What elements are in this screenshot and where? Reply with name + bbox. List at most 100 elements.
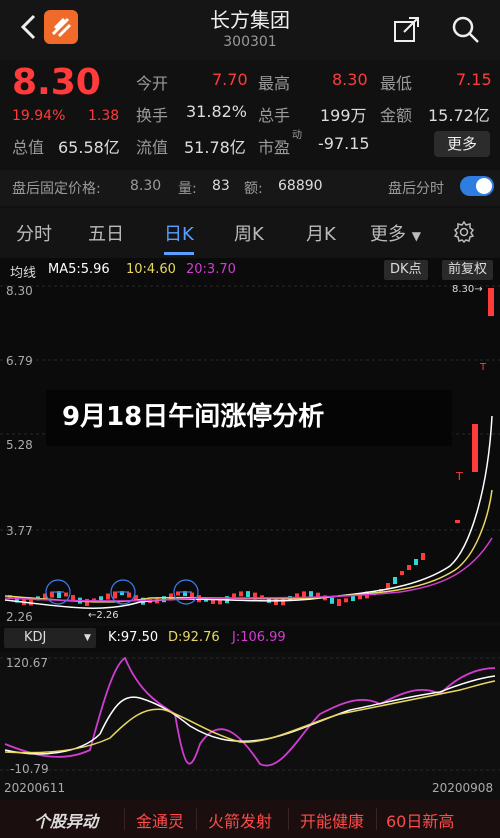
gear-icon[interactable] bbox=[452, 220, 476, 244]
ma5-value: MA5:5.96 bbox=[48, 262, 110, 277]
tab-daily-k[interactable]: 日K bbox=[164, 220, 194, 246]
after-hours-price-label: 盘后固定价格: bbox=[12, 181, 101, 197]
turnover-label: 换手 bbox=[136, 106, 169, 125]
low-label: 最低 bbox=[380, 74, 413, 93]
search-icon[interactable] bbox=[450, 14, 480, 44]
kdj-d-value: D:92.76 bbox=[168, 630, 220, 645]
candle bbox=[393, 577, 397, 584]
volume-label: 总手 bbox=[258, 106, 291, 125]
separator bbox=[376, 808, 377, 830]
ma-label: 均线 bbox=[10, 266, 37, 281]
dropdown-caret-icon: ▼ bbox=[84, 633, 91, 643]
turnover-value: 31.82% bbox=[186, 102, 248, 121]
candle bbox=[176, 591, 180, 596]
candle bbox=[246, 591, 250, 598]
max-price-marker: 8.30→ bbox=[452, 284, 483, 295]
svg-text:T: T bbox=[479, 362, 487, 373]
separator bbox=[196, 808, 197, 830]
after-hours-volume: 83 bbox=[212, 178, 230, 194]
alert-item[interactable]: 开能健康 bbox=[300, 808, 364, 832]
stock-code: 300301 bbox=[223, 34, 277, 50]
low-value: 7.15 bbox=[456, 70, 492, 89]
tab-more[interactable]: 更多 ▼ bbox=[370, 220, 421, 246]
float-cap-label: 流值 bbox=[136, 138, 169, 157]
candle bbox=[344, 598, 348, 603]
alert-item[interactable]: 火箭发射 bbox=[208, 808, 272, 832]
ma10-value: 10:4.60 bbox=[126, 262, 176, 277]
volume-value: 199万 bbox=[320, 106, 367, 125]
y-axis-tick: 5.28 bbox=[6, 438, 33, 452]
alert-item[interactable]: 金通灵 bbox=[136, 808, 184, 832]
alert-item[interactable]: 60日新高 bbox=[386, 808, 454, 832]
candle bbox=[127, 592, 131, 598]
candle bbox=[71, 595, 75, 601]
float-cap-value: 51.78亿 bbox=[184, 138, 246, 157]
candle bbox=[232, 593, 236, 598]
kdj-j-value: J:106.99 bbox=[232, 630, 286, 645]
kline-svg: T T bbox=[0, 285, 500, 609]
y-axis-tick: 3.77 bbox=[6, 524, 33, 538]
min-price-marker: ←2.26 bbox=[88, 610, 119, 621]
pe-value: -97.15 bbox=[318, 134, 370, 153]
kdj-bottom-value: -10.79 bbox=[10, 762, 49, 776]
amount-value: 15.72亿 bbox=[428, 106, 490, 125]
toggle-knob bbox=[476, 178, 492, 194]
active-tab-indicator bbox=[164, 252, 194, 255]
news-banner-text: 9月18日午间涨停分析 bbox=[62, 402, 325, 432]
pe-label: 市盈 bbox=[258, 138, 291, 157]
open-value: 7.70 bbox=[212, 70, 248, 89]
start-date: 20200611 bbox=[4, 781, 66, 795]
separator bbox=[124, 808, 125, 830]
indicator-name: KDJ bbox=[24, 630, 47, 645]
candle bbox=[337, 598, 341, 606]
candle bbox=[106, 593, 110, 600]
current-price: 8.30 bbox=[12, 62, 101, 103]
after-hours-volume-label: 量: bbox=[178, 181, 197, 197]
candle bbox=[64, 592, 68, 597]
indicator-selector[interactable]: KDJ ▼ bbox=[4, 628, 96, 648]
candle bbox=[351, 596, 355, 602]
candle bbox=[407, 565, 411, 570]
forward-adjust-button[interactable]: 前复权 bbox=[442, 260, 494, 280]
high-label: 最高 bbox=[258, 74, 291, 93]
kdj-k-value: K:97.50 bbox=[108, 630, 159, 645]
pe-dynamic-mark: 动 bbox=[292, 130, 302, 141]
candle bbox=[330, 597, 334, 604]
after-hours-minute-label: 盘后分时 bbox=[388, 181, 444, 197]
high-value: 8.30 bbox=[332, 70, 368, 89]
max-price-label: 8.30 bbox=[452, 284, 475, 295]
candle bbox=[414, 559, 418, 565]
share-icon[interactable] bbox=[392, 14, 422, 44]
kdj-top-value: 120.67 bbox=[6, 656, 48, 670]
candle bbox=[421, 553, 425, 560]
tab-intraday[interactable]: 分时 bbox=[16, 220, 52, 246]
svg-text:T: T bbox=[455, 470, 463, 483]
y-axis-tick: 8.30 bbox=[6, 284, 33, 298]
dk-point-button[interactable]: DK点 bbox=[384, 260, 428, 280]
tab-monthly-k[interactable]: 月K bbox=[306, 220, 336, 246]
candle bbox=[274, 598, 278, 605]
stock-name: 长方集团 bbox=[210, 8, 290, 32]
open-label: 今开 bbox=[136, 74, 169, 93]
market-cap-label: 总值 bbox=[12, 138, 45, 157]
chevron-down-icon: ▼ bbox=[411, 229, 421, 243]
change-amount: 1.38 bbox=[88, 108, 120, 124]
change-percent: 19.94% bbox=[12, 108, 66, 124]
market-cap-value: 65.58亿 bbox=[58, 138, 120, 157]
candle bbox=[302, 591, 306, 598]
after-hours-amount-label: 额: bbox=[244, 181, 263, 197]
min-price-label: 2.26 bbox=[96, 610, 119, 621]
alert-bar-logo: 个股异动 bbox=[34, 812, 99, 831]
ma20-value: 20:3.70 bbox=[186, 262, 236, 277]
y-axis-tick: 6.79 bbox=[6, 354, 33, 368]
tab-weekly-k[interactable]: 周K bbox=[234, 220, 264, 246]
y-axis-tick: 2.26 bbox=[6, 610, 33, 624]
kdj-chart[interactable] bbox=[0, 654, 500, 778]
candle bbox=[113, 591, 117, 599]
end-date: 20200908 bbox=[432, 781, 494, 795]
after-hours-price: 8.30 bbox=[130, 178, 162, 194]
separator bbox=[288, 808, 289, 830]
more-button[interactable]: 更多 bbox=[434, 131, 490, 157]
after-hours-amount: 68890 bbox=[278, 178, 323, 194]
tab-five-day[interactable]: 五日 bbox=[88, 220, 124, 246]
